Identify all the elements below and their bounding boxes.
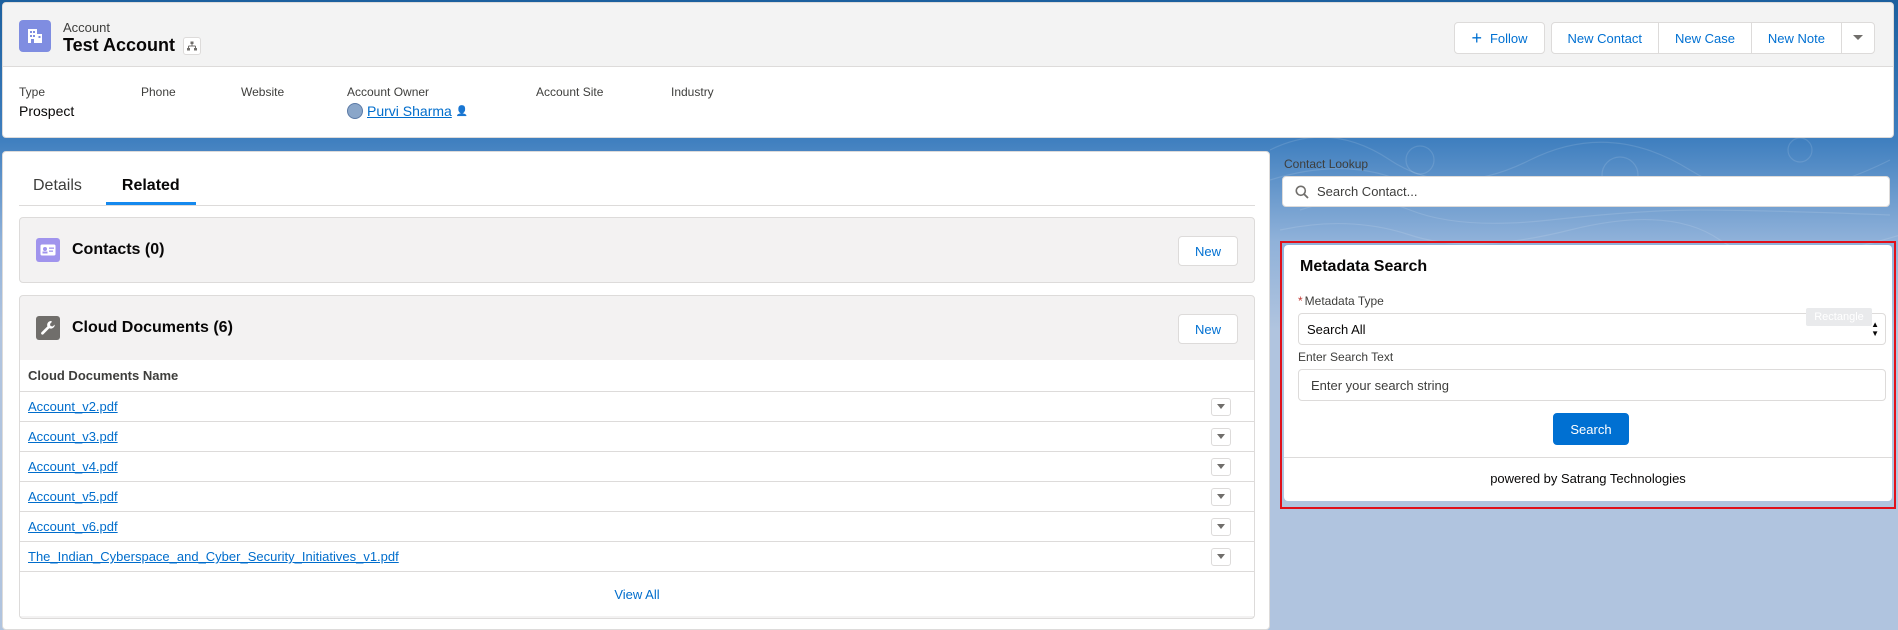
new-note-button[interactable]: New Note	[1750, 22, 1842, 54]
change-owner-icon[interactable]: 👤	[456, 106, 468, 117]
contacts-header: Contacts (0) New	[20, 218, 1254, 282]
hierarchy-icon	[187, 41, 198, 50]
table-row: Account_v2.pdf	[20, 392, 1254, 422]
metadata-type-select[interactable]: Search All ▲ ▼	[1298, 313, 1886, 345]
field-type-value: Prospect	[19, 103, 75, 119]
select-arrows-icon: ▲ ▼	[1871, 320, 1879, 338]
record-tabs: Details Related	[19, 170, 1255, 206]
field-owner-label: Account Owner	[347, 85, 430, 99]
chevron-down-icon	[1217, 494, 1225, 499]
follow-label: Follow	[1489, 30, 1528, 46]
field-industry: Industry	[671, 85, 714, 99]
field-phone-label: Phone	[141, 85, 176, 99]
chevron-down-icon	[1217, 404, 1225, 409]
account-building-icon	[19, 20, 51, 52]
metadata-search-title: Metadata Search	[1300, 258, 1428, 275]
document-link[interactable]: Account_v3.pdf	[28, 429, 118, 444]
field-site-label: Account Site	[536, 85, 604, 99]
record-title-row: Test Account	[63, 35, 202, 56]
table-row: The_Indian_Cyberspace_and_Cyber_Security…	[20, 542, 1254, 572]
field-phone: Phone	[141, 85, 176, 99]
field-website: Website	[241, 85, 284, 99]
cloud-documents-related-list: Cloud Documents (6) New Cloud Documents …	[19, 295, 1255, 619]
contacts-new-button[interactable]: New	[1177, 236, 1238, 266]
header-actions: + Follow New Contact New Case New Note	[1454, 22, 1875, 54]
document-link[interactable]: Account_v6.pdf	[28, 519, 118, 534]
chevron-down-icon	[1217, 524, 1225, 529]
row-actions-button[interactable]	[1211, 398, 1231, 416]
action-button-group: New Contact New Case New Note	[1550, 22, 1875, 54]
row-actions-button[interactable]	[1211, 428, 1231, 446]
metadata-search-card: Metadata Search * Metadata Type Search Al…	[1284, 245, 1892, 501]
metadata-type-label-text: Metadata Type	[1304, 294, 1384, 308]
cloud-documents-new-button[interactable]: New	[1177, 314, 1238, 344]
new-contact-button[interactable]: New Contact	[1550, 22, 1659, 54]
avatar	[347, 103, 363, 119]
table-row: Account_v4.pdf	[20, 452, 1254, 482]
chevron-down-icon	[1853, 35, 1863, 40]
chevron-down-icon	[1217, 554, 1225, 559]
row-actions-button[interactable]	[1211, 458, 1231, 476]
record-header-top: Account Test Account + Follow New Contac…	[3, 3, 1893, 67]
document-link[interactable]: Account_v5.pdf	[28, 489, 118, 504]
search-button[interactable]: Search	[1553, 413, 1629, 445]
record-header: Account Test Account + Follow New Contac…	[2, 2, 1894, 138]
required-marker: *	[1298, 294, 1303, 308]
record-title: Test Account	[63, 35, 176, 55]
contacts-title: Contacts (0)	[72, 241, 165, 258]
document-link[interactable]: The_Indian_Cyberspace_and_Cyber_Security…	[28, 549, 399, 564]
metadata-type-value: Search All	[1307, 321, 1366, 337]
table-row: Account_v3.pdf	[20, 422, 1254, 452]
search-icon	[1295, 185, 1309, 199]
document-link[interactable]: Account_v2.pdf	[28, 399, 118, 414]
divider	[1284, 457, 1892, 458]
tab-details[interactable]: Details	[19, 170, 98, 205]
row-actions-button[interactable]	[1211, 518, 1231, 536]
field-account-owner: Account Owner Purvi Sharma 👤	[347, 85, 468, 119]
search-text-label: Enter Search Text	[1298, 350, 1394, 364]
field-owner-value: Purvi Sharma 👤	[347, 103, 468, 119]
view-all-link[interactable]: View All	[20, 572, 1254, 616]
document-link[interactable]: Account_v4.pdf	[28, 459, 118, 474]
table-row: Account_v5.pdf	[20, 482, 1254, 512]
view-hierarchy-button[interactable]	[183, 36, 202, 55]
plus-icon: +	[1471, 28, 1482, 48]
powered-by-footer: powered by Satrang Technologies	[1490, 471, 1686, 486]
object-type-label: Account	[63, 20, 110, 35]
follow-button[interactable]: + Follow	[1454, 22, 1545, 54]
contacts-related-list: Contacts (0) New	[19, 217, 1255, 283]
field-type: Type Prospect	[19, 85, 74, 119]
main-content-card: Details Related Contacts (0) New Cloud D…	[2, 151, 1270, 630]
cloud-documents-table: Cloud Documents Name Account_v2.pdf Acco…	[20, 360, 1254, 616]
contact-search-input[interactable]	[1317, 184, 1877, 199]
field-website-label: Website	[241, 85, 285, 99]
column-header-name: Cloud Documents Name	[20, 360, 1254, 392]
owner-link[interactable]: Purvi Sharma	[367, 103, 452, 119]
more-actions-button[interactable]	[1841, 22, 1875, 54]
contact-card-icon	[36, 238, 60, 262]
contact-lookup-label: Contact Lookup	[1284, 157, 1369, 171]
wrench-icon	[36, 316, 60, 340]
rectangle-tag: Rectangle	[1806, 308, 1872, 326]
cloud-documents-title: Cloud Documents (6)	[72, 319, 233, 336]
new-case-button[interactable]: New Case	[1657, 22, 1752, 54]
field-type-label: Type	[19, 85, 46, 99]
table-row: Account_v6.pdf	[20, 512, 1254, 542]
chevron-down-icon	[1217, 434, 1225, 439]
search-text-box	[1298, 369, 1886, 401]
field-account-site: Account Site	[536, 85, 603, 99]
cloud-documents-header: Cloud Documents (6) New	[20, 296, 1254, 360]
contact-lookup-box	[1282, 176, 1890, 207]
row-actions-button[interactable]	[1211, 548, 1231, 566]
field-industry-label: Industry	[671, 85, 714, 99]
tab-related[interactable]: Related	[105, 170, 196, 205]
metadata-type-label: * Metadata Type	[1298, 294, 1384, 308]
search-text-input[interactable]	[1311, 377, 1871, 393]
row-actions-button[interactable]	[1211, 488, 1231, 506]
highlights-panel: Type Prospect Phone Website Account Owne…	[3, 67, 1893, 137]
chevron-down-icon	[1217, 464, 1225, 469]
